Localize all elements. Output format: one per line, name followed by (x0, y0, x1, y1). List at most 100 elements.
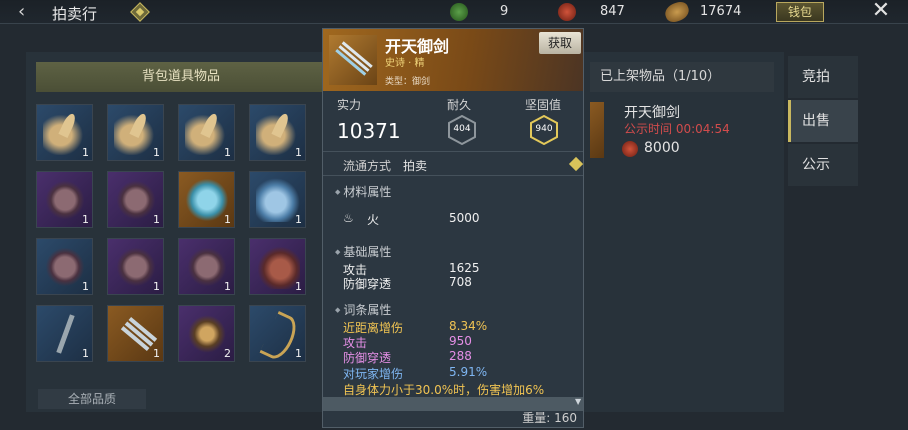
item-slot[interactable]: 1 (178, 238, 235, 295)
get-button[interactable]: 获取 (539, 32, 581, 54)
item-tooltip: 开天御剑 史诗 · 精 类型：御剑 获取 实力 耐久 坚固值 10371 404… (322, 28, 584, 428)
bag-item-grid: 1 1 1 1 1 1 1 1 1 1 1 1 1 1 2 1 (36, 104, 326, 368)
tab-sell[interactable]: 出售 (788, 100, 858, 142)
wing-item-icon (256, 178, 300, 222)
item-slot[interactable]: 1 (36, 104, 93, 161)
listed-item-thumbnail (590, 102, 604, 158)
item-quantity: 1 (153, 146, 160, 159)
power-label: 实力 (337, 98, 362, 112)
item-quantity: 1 (224, 280, 231, 293)
listed-item-name: 开天御剑 (624, 105, 680, 121)
tab-public[interactable]: 公示 (788, 144, 858, 186)
tab-bid[interactable]: 竞拍 (788, 56, 858, 98)
sword-item-icon (329, 35, 377, 85)
item-type: 类型：御剑 (385, 77, 431, 87)
horn-item-icon (43, 111, 87, 155)
page-title: 拍卖行 (52, 5, 98, 23)
item-slot[interactable]: 1 (249, 238, 306, 295)
diamond-icon (568, 156, 583, 172)
durability-value: 404 (453, 124, 471, 134)
durability-label: 耐久 (447, 98, 472, 112)
item-quantity: 1 (82, 213, 89, 226)
listed-item-price: 8000 (644, 140, 680, 156)
back-button[interactable]: ‹ (18, 2, 38, 22)
diamond-icon[interactable] (130, 2, 150, 22)
head-item-icon (43, 245, 87, 289)
item-slot[interactable]: 1 (107, 104, 164, 161)
currency-value: 9 (500, 4, 509, 19)
toughness-label: 坚固值 (525, 98, 562, 112)
item-quantity: 1 (82, 146, 89, 159)
tooltip-header: 开天御剑 史诗 · 精 类型：御剑 获取 (323, 29, 583, 91)
flow-label: 流通方式 (343, 159, 392, 173)
divider (323, 151, 583, 152)
bag-items-header[interactable]: 背包道具物品 (36, 62, 326, 92)
item-quantity: 1 (153, 213, 160, 226)
item-slot[interactable]: 1 (36, 171, 93, 228)
creature-item-icon (256, 245, 300, 289)
base-stat-label: 防御穿透 (343, 277, 392, 291)
item-slot[interactable]: 2 (178, 305, 235, 362)
base-section-title: 基础属性 (335, 243, 391, 260)
item-slot[interactable]: 1 (107, 238, 164, 295)
item-slot[interactable]: 1 (178, 104, 235, 161)
item-quantity: 1 (82, 280, 89, 293)
material-label: 火 (367, 213, 380, 227)
red-coin-icon (622, 141, 638, 157)
head-item-icon (43, 178, 87, 222)
bug-item-icon (185, 312, 229, 356)
wallet-button[interactable]: 钱包 (776, 2, 824, 22)
flow-value: 拍卖 (403, 159, 428, 173)
item-slot[interactable]: 1 (178, 171, 235, 228)
gold-coin-icon (662, 0, 692, 25)
currency-value: 847 (600, 4, 625, 19)
toughness-value: 940 (535, 124, 553, 134)
item-quantity: 1 (153, 347, 160, 360)
power-value: 10371 (337, 119, 401, 143)
toughness-badge: 940 (529, 114, 559, 146)
close-icon[interactable]: ✕ (870, 0, 892, 22)
item-quantity: 1 (153, 280, 160, 293)
item-quantity: 1 (295, 213, 302, 226)
head-item-icon (114, 245, 158, 289)
special-effect: 自身体力小于30.0%时，伤害增加6% (343, 383, 545, 397)
listed-item-time: 公示时间 00:04:54 (624, 122, 730, 136)
bow-item-icon (256, 312, 300, 356)
affix-section-title: 词条属性 (335, 301, 391, 318)
scroll-down-icon[interactable]: ▼ (575, 397, 581, 406)
horn-item-icon (185, 111, 229, 155)
item-quantity: 1 (224, 213, 231, 226)
swords-item-icon (114, 312, 158, 356)
item-slot[interactable]: 1 (36, 238, 93, 295)
affix-value: 288 (449, 349, 472, 363)
horn-item-icon (114, 111, 158, 155)
item-quantity: 1 (295, 146, 302, 159)
item-quantity: 1 (82, 347, 89, 360)
affix-value: 5.91% (449, 365, 488, 379)
staff-item-icon (43, 312, 87, 356)
item-quantity: 2 (224, 347, 231, 360)
durability-badge: 404 (447, 114, 477, 146)
item-slot[interactable]: 1 (249, 171, 306, 228)
base-stat-value: 708 (449, 275, 472, 289)
item-quantity: 1 (224, 146, 231, 159)
item-slot[interactable]: 1 (249, 305, 306, 362)
affix-label: 防御穿透 (343, 351, 392, 365)
listed-item[interactable]: 开天御剑 公示时间 00:04:54 8000 (590, 100, 774, 164)
item-slot[interactable]: 1 (107, 305, 164, 362)
item-slot[interactable]: 1 (107, 171, 164, 228)
material-section-title: 材料属性 (335, 183, 391, 200)
currency-value: 17674 (700, 4, 742, 19)
material-value: 5000 (449, 211, 480, 225)
quality-filter-button[interactable]: 全部品质 (38, 389, 146, 409)
item-slot[interactable]: 1 (36, 305, 93, 362)
item-rarity: 史诗 · 精 (385, 58, 425, 69)
item-quantity: 1 (295, 347, 302, 360)
item-slot[interactable]: 1 (249, 104, 306, 161)
head-item-icon (185, 245, 229, 289)
listed-items-header[interactable]: 已上架物品（1/10） (590, 62, 774, 92)
divider (323, 175, 583, 176)
item-quantity: 1 (295, 280, 302, 293)
item-weight: 重量: 160 (522, 411, 577, 425)
fire-icon: ♨ (343, 211, 354, 225)
